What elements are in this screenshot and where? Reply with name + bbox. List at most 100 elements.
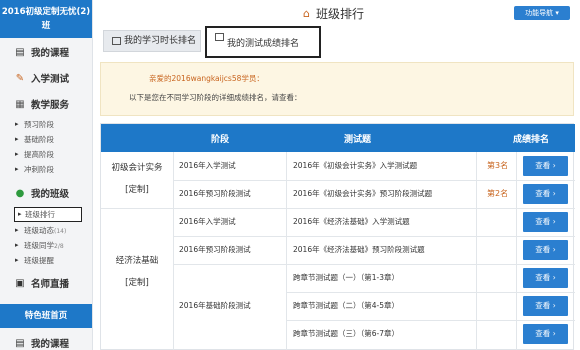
ranking-table: 阶段 测试题 成绩排名 初级会计实务 [定制] 经济法基础 [定制] 2016年… (100, 123, 575, 350)
pencil-icon: ✎ (15, 72, 25, 84)
chevron-right-icon: › (552, 301, 556, 310)
view-label: 查看 (535, 245, 551, 254)
sidebar-item-label: 班级动态 (24, 226, 54, 235)
divider (286, 292, 575, 293)
username: 2016wangkaijcs58 (171, 74, 242, 83)
notice-text: 以下是您在不同学习阶段的详细成绩排名，请查看： (129, 93, 302, 102)
tabs: 我的学习时长排名 我的测试成绩排名 (93, 26, 580, 79)
stage-cell: 2016年预习阶段测试 (179, 189, 251, 198)
chevron-right-icon: › (552, 161, 556, 170)
sidebar-item-entrance-test[interactable]: ✎ 入学测试 (0, 65, 92, 91)
sidebar-item-label: 我的课程 (31, 48, 70, 59)
course-name: 初级会计实务 [定制] (101, 157, 173, 201)
home-icon: ⌂ (303, 7, 310, 20)
greeting-prefix: 亲爱的 (149, 74, 172, 83)
divider (173, 236, 575, 237)
view-label: 查看 (535, 301, 551, 310)
class-title-line1: 2016初级定制无忧(2) (1, 7, 91, 17)
sidebar-item-my-class[interactable]: ● 我的班级 (0, 180, 92, 206)
test-cell: 跨章节测试题（二）（第4-5章） (293, 301, 399, 310)
sidebar-item-label: 教学服务 (31, 100, 70, 111)
tab-study-time-ranking[interactable]: 我的学习时长排名 (103, 30, 201, 52)
header-test: 测试题 (344, 135, 372, 145)
sidebar-item-label: 我的课程 (31, 339, 70, 350)
sidebar-item-teaching-service[interactable]: ▦ 教学服务 (0, 91, 92, 117)
sidebar-item-class-news[interactable]: 班级动态(14) (0, 223, 92, 238)
tab-icon (112, 37, 121, 45)
sidebar-item-label: 名师直播 (31, 279, 70, 290)
book-icon: ▤ (15, 337, 25, 349)
page-title-text: 班级排行 (315, 7, 364, 21)
function-nav-button[interactable]: 功能导航 ▾ (514, 6, 570, 20)
notice-box: 亲爱的2016wangkaijcs58学员： 以下是您在不同学习阶段的详细成绩排… (100, 62, 574, 116)
view-button[interactable]: 查看 › (523, 268, 568, 288)
course-tag: [定制] (125, 278, 149, 288)
sidebar-item-my-courses-2[interactable]: ▤ 我的课程 (0, 330, 92, 350)
class-title-line2: 班 (41, 21, 51, 31)
sidebar-item-class-reminder[interactable]: 班级提醒 (0, 253, 92, 268)
divider (173, 264, 575, 265)
test-cell: 跨章节测试题（一）（第1-3章） (293, 273, 399, 282)
header-stage: 阶段 (211, 135, 230, 145)
chevron-right-icon: › (552, 245, 556, 254)
sidebar: 2016初级定制无忧(2) 班 ▤ 我的课程 ✎ 入学测试 ▦ 教学服务 预习阶… (0, 0, 93, 350)
greeting: 亲爱的2016wangkaijcs58学员： (149, 73, 264, 84)
view-button[interactable]: 查看 › (523, 184, 568, 204)
page-title: ⌂ 班级排行 (303, 5, 364, 22)
sidebar-item-basic-stage[interactable]: 基础阶段 (0, 132, 92, 147)
sidebar-item-label: 入学测试 (31, 74, 70, 85)
view-button[interactable]: 查看 › (523, 240, 568, 260)
stage-cell: 2016年预习阶段测试 (179, 245, 251, 254)
sidebar-item-label: 我的班级 (31, 189, 70, 200)
tab-icon (215, 33, 224, 41)
rank-cell: 第2名 (487, 189, 509, 198)
chevron-right-icon: › (552, 329, 556, 338)
sidebar-item-my-courses[interactable]: ▤ 我的课程 (0, 39, 92, 65)
view-button[interactable]: 查看 › (523, 212, 568, 232)
sidebar-item-sprint-stage[interactable]: 冲刺阶段 (0, 162, 92, 177)
tab-test-score-ranking[interactable]: 我的测试成绩排名 (205, 26, 321, 58)
chevron-right-icon: › (552, 217, 556, 226)
tab-label: 我的测试成绩排名 (227, 39, 300, 49)
divider (173, 180, 575, 181)
greeting-suffix: 学员： (241, 74, 264, 83)
view-button[interactable]: 查看 › (523, 324, 568, 344)
stage-cell: 2016年入学测试 (179, 217, 236, 226)
test-cell: 跨章节测试题（三）（第6-7章） (293, 329, 399, 338)
test-cell: 2016年《初级会计实务》预习阶段测试题 (293, 189, 433, 198)
sidebar-item-live-teacher[interactable]: ▣ 名师直播 (0, 270, 92, 296)
sidebar-item-classmates[interactable]: 班级同学2/8 (0, 238, 92, 253)
course-name: 经济法基础 [定制] (101, 250, 173, 294)
class-icon: ● (15, 187, 25, 199)
service-icon: ▦ (15, 98, 25, 110)
rank-cell: 第3名 (487, 161, 509, 170)
divider (286, 320, 575, 321)
sidebar-item-preview-stage[interactable]: 预习阶段 (0, 117, 92, 132)
featured-class-home-button[interactable]: 特色班首页 (0, 304, 92, 328)
header-rank: 成绩排名 (513, 135, 550, 145)
page: 2016初级定制无忧(2) 班 ▤ 我的课程 ✎ 入学测试 ▦ 教学服务 预习阶… (0, 0, 580, 350)
view-button[interactable]: 查看 › (523, 156, 568, 176)
sidebar-item-class-ranking[interactable]: 班级排行 (14, 207, 82, 222)
header: ⌂ 班级排行 功能导航 ▾ (93, 0, 580, 26)
view-label: 查看 (535, 161, 551, 170)
test-cell: 2016年《经济法基础》入学测试题 (293, 217, 410, 226)
table-header: 阶段 测试题 成绩排名 (101, 124, 575, 152)
course-title: 经济法基础 (115, 256, 159, 266)
view-label: 查看 (535, 273, 551, 282)
test-cell: 2016年《初级会计实务》入学测试题 (293, 161, 418, 170)
divider (173, 152, 174, 350)
class-title: 2016初级定制无忧(2) 班 (0, 0, 92, 38)
view-button[interactable]: 查看 › (523, 296, 568, 316)
course-title: 初级会计实务 (111, 163, 163, 173)
book-icon: ▤ (15, 46, 25, 58)
sidebar-item-improve-stage[interactable]: 提高阶段 (0, 147, 92, 162)
function-nav-label: 功能导航 (525, 9, 554, 17)
view-label: 查看 (535, 217, 551, 226)
sidebar-item-label: 班级同学 (24, 241, 54, 250)
view-label: 查看 (535, 329, 551, 338)
course-tag: [定制] (125, 185, 149, 195)
tab-label: 我的学习时长排名 (124, 36, 197, 46)
count-badge: 2/8 (54, 243, 64, 250)
stage-cell: 2016年入学测试 (179, 161, 236, 170)
